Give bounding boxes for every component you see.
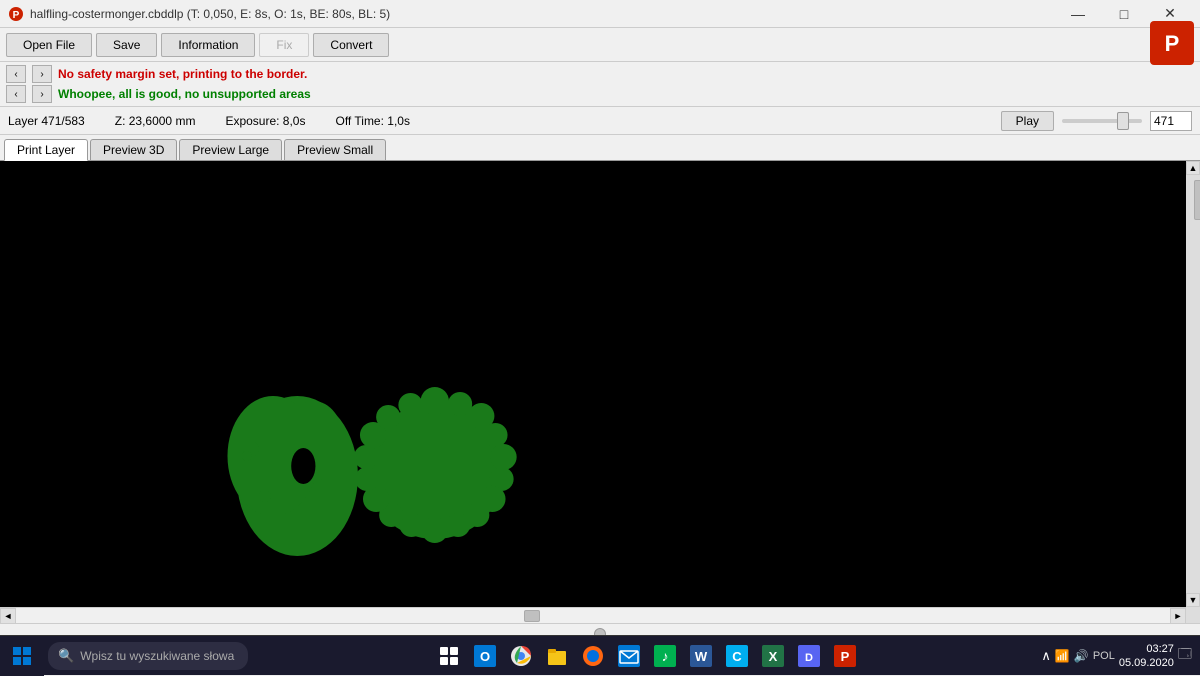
scroll-right-button[interactable]: ►	[1170, 608, 1186, 624]
tab-preview-large[interactable]: Preview Large	[179, 139, 282, 160]
layer-count: Layer 471/583	[8, 114, 85, 128]
excel-icon[interactable]: X	[757, 640, 789, 672]
mail-icon[interactable]	[613, 640, 645, 672]
taskbar: 🔍 Wpisz tu wyszukiwane słowa O	[0, 635, 1200, 675]
next-btn-2[interactable]: ›	[32, 85, 52, 103]
music-icon[interactable]: ♪	[649, 640, 681, 672]
language-label[interactable]: POL	[1093, 650, 1115, 662]
maximize-button[interactable]: □	[1102, 3, 1146, 25]
layer-slider[interactable]	[1062, 119, 1142, 123]
tab-preview-3d[interactable]: Preview 3D	[90, 139, 177, 160]
vertical-scrollbar: ▲ ▼	[1186, 161, 1200, 607]
svg-text:C: C	[732, 649, 742, 664]
svg-text:P: P	[13, 10, 20, 21]
system-tray: ∧ 📶 🔊 POL 03:27 05.09.2020 🗔	[1041, 642, 1200, 670]
word-icon[interactable]: W	[685, 640, 717, 672]
date-display: 05.09.2020	[1119, 656, 1174, 670]
scroll-down-button[interactable]: ▼	[1186, 593, 1200, 607]
svg-text:♪: ♪	[661, 648, 668, 664]
convert-button[interactable]: Convert	[313, 33, 389, 57]
horizontal-scroll-area: ◄ ►	[0, 607, 1200, 623]
off-time: Off Time: 1,0s	[335, 114, 409, 128]
h-scrollbar: ◄ ►	[0, 607, 1186, 623]
layer-slider-container	[1062, 107, 1142, 135]
layer-info-bar: Layer 471/583 Z: 23,6000 mm Exposure: 8,…	[0, 107, 1200, 135]
svg-text:D: D	[805, 652, 813, 664]
save-button[interactable]: Save	[96, 33, 157, 57]
tray-expand-icon[interactable]: ∧	[1041, 648, 1051, 664]
layer-number-input[interactable]	[1150, 111, 1192, 131]
title-bar: P halfling-costermonger.cbddlp (T: 0,050…	[0, 0, 1200, 28]
z-position: Z: 23,6000 mm	[115, 114, 196, 128]
next-btn-1[interactable]: ›	[32, 65, 52, 83]
information-button[interactable]: Information	[161, 33, 255, 57]
messages-panel: ‹ › No safety margin set, printing to th…	[0, 62, 1200, 107]
windows-icon	[13, 647, 31, 665]
scroll-v-thumb[interactable]	[1194, 180, 1200, 220]
task-view-icon[interactable]	[433, 640, 465, 672]
prev-btn-2[interactable]: ‹	[6, 85, 26, 103]
view-area: ▲ ▼	[0, 161, 1200, 607]
exposure-time: Exposure: 8,0s	[225, 114, 305, 128]
ok-message: Whoopee, all is good, no unsupported are…	[58, 87, 311, 101]
scrollbar-corner	[1186, 607, 1200, 623]
tab-preview-small[interactable]: Preview Small	[284, 139, 386, 160]
scroll-h-track[interactable]	[16, 609, 1170, 623]
scroll-up-button[interactable]: ▲	[1186, 161, 1200, 175]
minimize-button[interactable]: —	[1056, 3, 1100, 25]
citrix-icon[interactable]: C	[721, 640, 753, 672]
scroll-h-thumb[interactable]	[524, 610, 540, 622]
show-desktop-icon[interactable]: 🗔	[1178, 645, 1192, 667]
svg-text:P: P	[840, 649, 849, 664]
svg-text:O: O	[480, 649, 490, 664]
file-explorer-icon[interactable]	[541, 640, 573, 672]
red-app-icon[interactable]: P	[829, 640, 861, 672]
shape-right	[354, 387, 517, 543]
window-title: halfling-costermonger.cbddlp (T: 0,050, …	[30, 7, 390, 21]
canvas-svg	[0, 161, 1186, 607]
discord-icon[interactable]: D	[793, 640, 825, 672]
start-button[interactable]	[0, 636, 44, 676]
svg-text:W: W	[695, 649, 708, 664]
tab-bar: Print Layer Preview 3D Preview Large Pre…	[0, 135, 1200, 161]
scroll-left-button[interactable]: ◄	[0, 608, 16, 624]
search-placeholder: Wpisz tu wyszukiwane słowa	[80, 649, 234, 663]
prev-btn-1[interactable]: ‹	[6, 65, 26, 83]
svg-text:X: X	[768, 649, 777, 664]
taskbar-search[interactable]: 🔍 Wpisz tu wyszukiwane słowa	[48, 642, 248, 670]
print-canvas	[0, 161, 1186, 607]
toolbar: Open File Save Information Fix Convert P	[0, 28, 1200, 62]
shape-left	[227, 396, 357, 556]
firefox-icon[interactable]	[577, 640, 609, 672]
app-icon: P	[8, 6, 24, 22]
open-file-button[interactable]: Open File	[6, 33, 92, 57]
outlook-icon[interactable]: O	[469, 640, 501, 672]
clock: 03:27 05.09.2020	[1119, 642, 1174, 670]
app-logo: P	[1150, 21, 1194, 65]
network-icon[interactable]: 📶	[1055, 649, 1070, 663]
chrome-icon[interactable]	[505, 640, 537, 672]
tab-print-layer[interactable]: Print Layer	[4, 139, 88, 161]
warning-message: No safety margin set, printing to the bo…	[58, 67, 307, 81]
wifi-icon[interactable]: 🔊	[1074, 649, 1089, 663]
taskbar-icons: O	[252, 640, 1041, 672]
play-button[interactable]: Play	[1001, 111, 1054, 131]
svg-text:P: P	[1165, 31, 1180, 56]
search-icon: 🔍	[58, 648, 74, 664]
fix-button: Fix	[259, 33, 309, 57]
time-display: 03:27	[1119, 642, 1174, 656]
